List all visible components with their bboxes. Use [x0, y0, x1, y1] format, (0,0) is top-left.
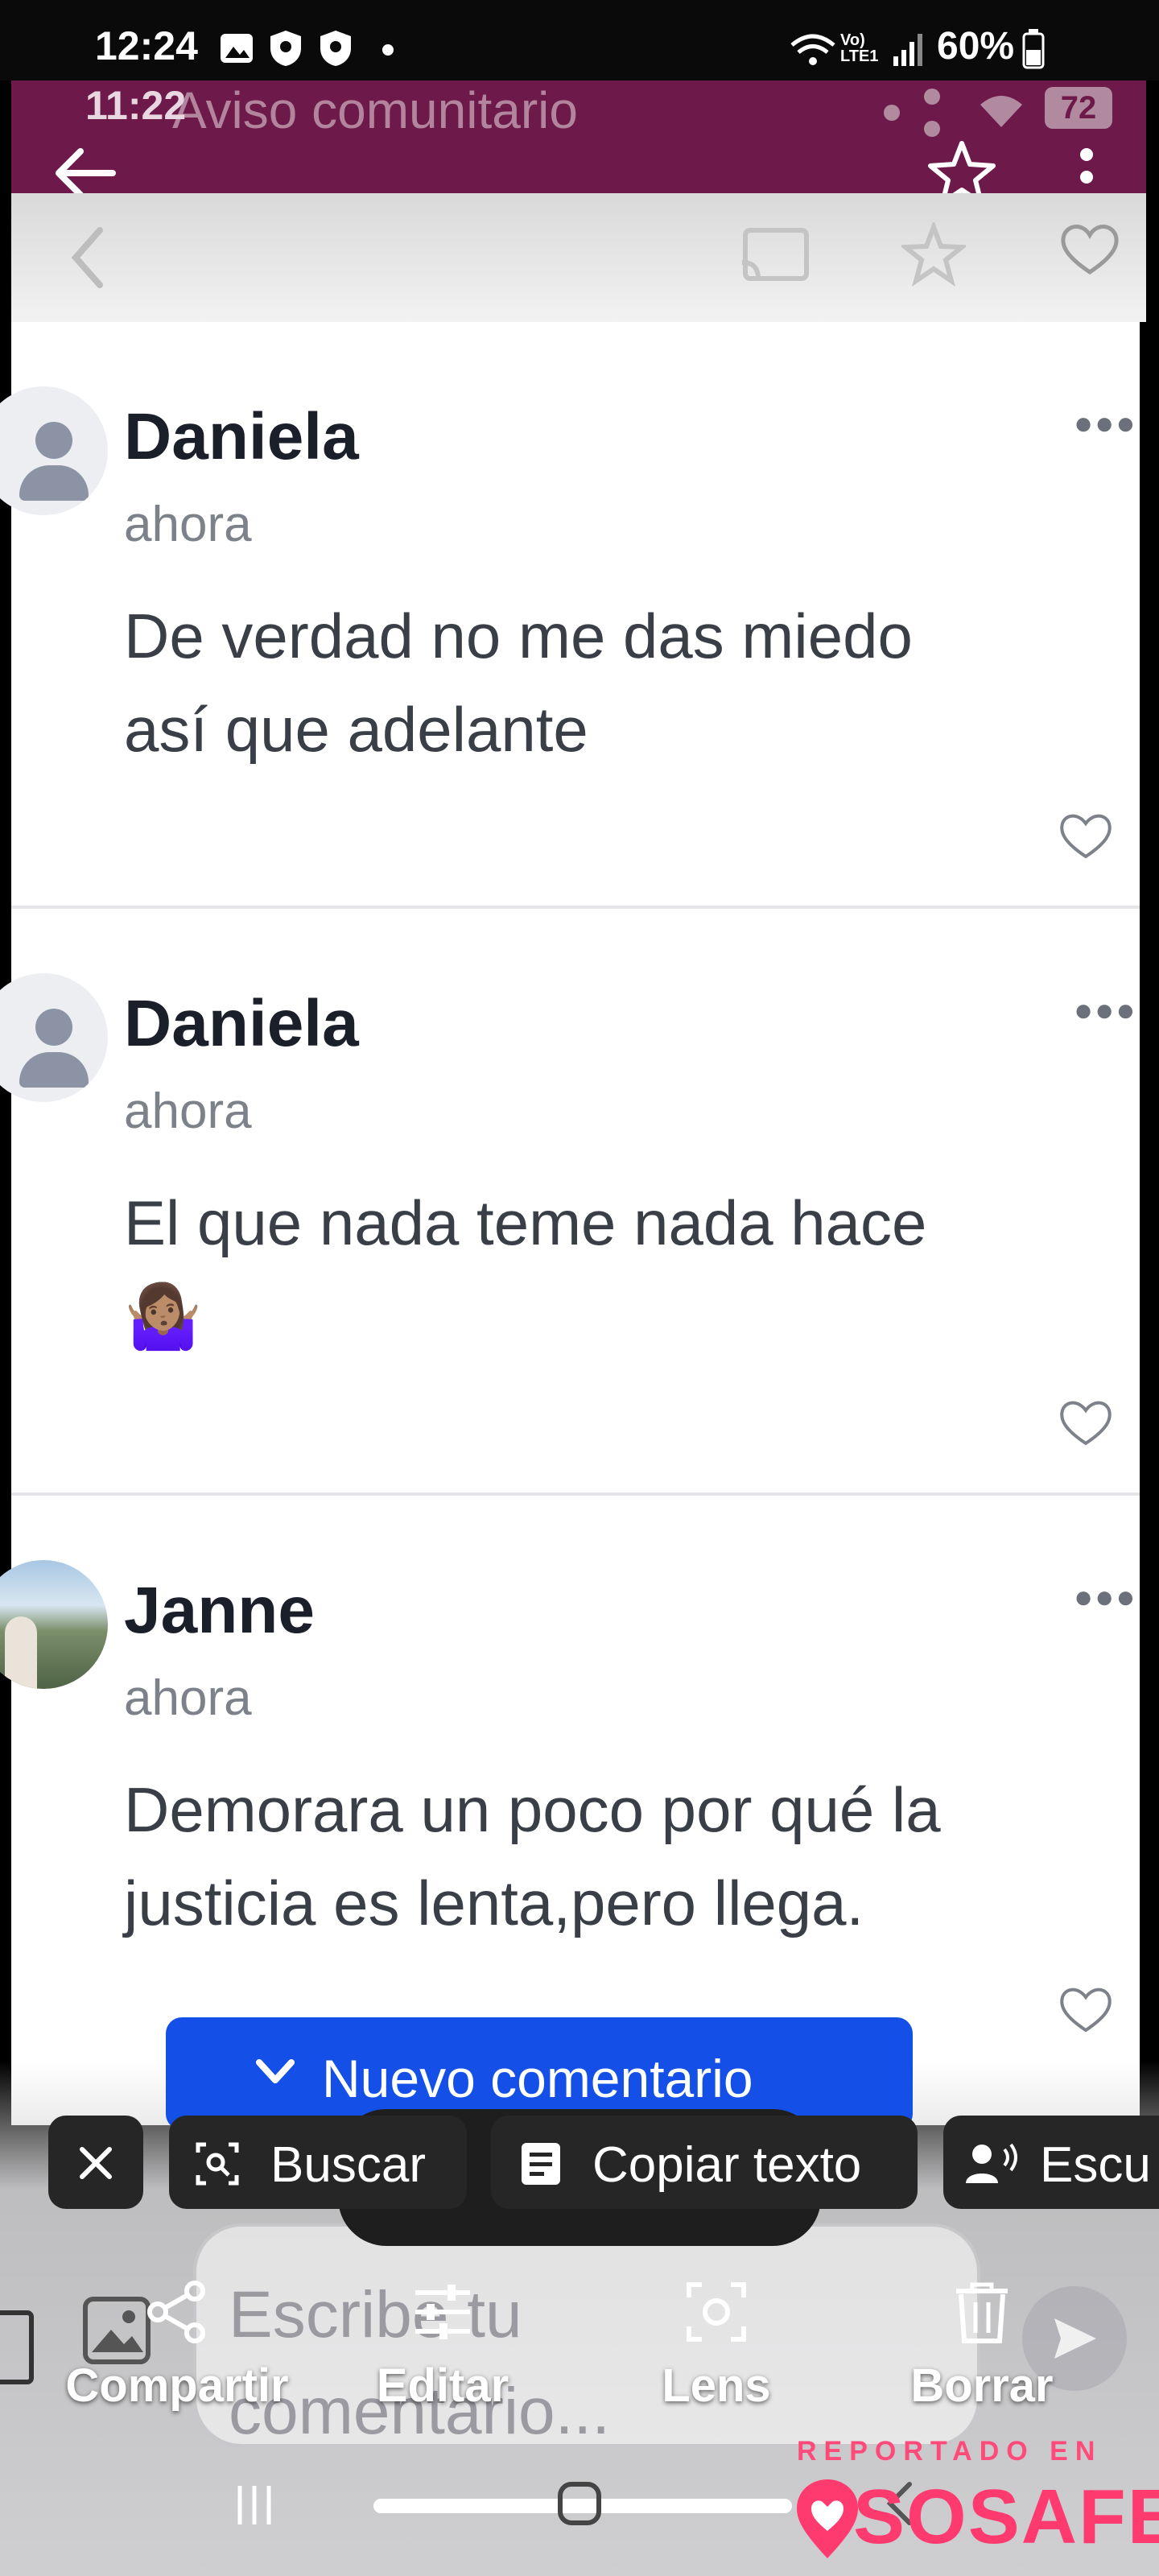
home-icon[interactable]	[555, 2479, 604, 2528]
edit-label: Editar	[376, 2359, 509, 2412]
close-button[interactable]	[48, 2116, 143, 2209]
network-label: Vo) LTE1	[840, 31, 879, 65]
comment-text-line: El que nada teme nada hace	[124, 1187, 927, 1258]
shield-icon	[320, 31, 351, 66]
like-heart-icon[interactable]	[1058, 1397, 1114, 1448]
screen: 12:24 Vo) LTE1 60% Aviso comunitario 11:…	[0, 0, 1159, 2576]
listen-chip-label: Escu	[1040, 2137, 1151, 2193]
comment-author[interactable]: Daniela	[124, 399, 359, 475]
share-label: Compartir	[65, 2359, 289, 2412]
notification-dot-icon	[382, 44, 394, 56]
copy-text-chip-label: Copiar texto	[592, 2137, 862, 2193]
ghost-time: 11:22	[85, 83, 187, 128]
composer-placeholder: Escribe tu comentario...	[229, 2267, 953, 2460]
composer-line: Escribe tu	[229, 2278, 522, 2351]
comment-menu-icon[interactable]: ●●●	[1074, 993, 1136, 1029]
document-icon	[522, 2143, 560, 2185]
send-icon	[1054, 2318, 1096, 2359]
wifi-ghost-icon	[980, 96, 1022, 127]
comment-text: El que nada teme nada hace 🤷🏽‍♀️	[124, 1176, 1090, 1363]
chevron-down-icon	[256, 2059, 295, 2083]
comment-menu-icon[interactable]: ●●●	[1074, 1579, 1136, 1616]
comment-item: Janne ahora Demorara un poco por qué la …	[0, 1496, 1140, 2079]
gallery-icon	[221, 34, 253, 63]
shield-icon	[270, 31, 301, 66]
search-chip-label: Buscar	[270, 2137, 426, 2193]
comments-list: Daniela ahora De verdad no me das miedo …	[0, 322, 1140, 2125]
comment-time: ahora	[124, 1084, 252, 1139]
star-ghost-icon	[901, 222, 966, 287]
status-time: 12:24	[95, 23, 198, 68]
share-ghost-icon	[884, 89, 940, 137]
cast-icon	[741, 228, 809, 281]
copy-text-chip[interactable]: Copiar texto	[491, 2116, 918, 2209]
watermark-reported: REPORTADO EN	[797, 2436, 1103, 2467]
lens-label: Lens	[662, 2359, 771, 2412]
default-avatar-icon	[0, 386, 108, 515]
close-icon	[80, 2147, 112, 2179]
ghost-badge: 72	[1045, 87, 1112, 129]
ghost-title: Aviso comunitario	[172, 81, 578, 139]
comment-text: De verdad no me das miedo así que adelan…	[124, 589, 1090, 776]
trash-icon	[956, 2282, 1008, 2343]
heart-ghost-icon	[1061, 225, 1119, 275]
recents-icon[interactable]	[230, 2481, 278, 2529]
comment-item: Daniela ahora El que nada teme nada hace…	[0, 909, 1140, 1492]
comment-item: Daniela ahora De verdad no me das miedo …	[0, 322, 1140, 906]
comment-author[interactable]: Daniela	[124, 986, 359, 1062]
image-search-icon	[196, 2142, 239, 2186]
speaker-person-icon	[966, 2143, 1017, 2183]
comment-composer[interactable]: Escribe tu comentario...	[193, 2223, 980, 2448]
comment-text-line: así que adelante	[124, 694, 588, 765]
comment-time: ahora	[124, 497, 252, 552]
photo-avatar	[0, 1560, 108, 1689]
comment-menu-icon[interactable]: ●●●	[1074, 406, 1136, 442]
status-bar: 12:24 Vo) LTE1 60%	[0, 0, 1159, 80]
sliders-icon	[415, 2285, 470, 2339]
comment-text-line: De verdad no me das miedo	[124, 601, 913, 671]
lens-icon	[687, 2282, 746, 2342]
share-icon	[147, 2281, 205, 2343]
sosafe-logo-icon	[797, 2479, 858, 2558]
new-comment-label: Nuevo comentario	[322, 2049, 753, 2108]
signal-icon	[893, 34, 922, 66]
default-avatar-icon	[0, 973, 108, 1102]
battery-icon	[1022, 29, 1045, 69]
wifi-calling-icon	[790, 34, 835, 65]
listen-chip[interactable]: Escu	[943, 2116, 1159, 2209]
comment-text-line: justicia es lenta,pero llega.	[124, 1868, 864, 1938]
chevron-left-icon	[71, 227, 103, 288]
battery-percent: 60%	[937, 25, 1015, 68]
browser-bar-ghost	[11, 193, 1146, 322]
watermark-brand: SOSAFE	[853, 2474, 1159, 2560]
like-heart-icon[interactable]	[1058, 1984, 1114, 2035]
image-attach-icon	[83, 2297, 151, 2364]
delete-label: Borrar	[910, 2359, 1054, 2412]
comment-text-line: Demorara un poco por qué la	[124, 1774, 941, 1845]
comment-emoji: 🤷🏽‍♀️	[124, 1281, 203, 1352]
comment-text: Demorara un poco por qué la justicia es …	[124, 1763, 1090, 1950]
edge-ghost	[0, 2310, 34, 2384]
like-heart-icon[interactable]	[1058, 810, 1114, 861]
comment-author[interactable]: Janne	[124, 1573, 315, 1649]
comment-time: ahora	[124, 1670, 252, 1726]
search-chip[interactable]: Buscar	[169, 2116, 467, 2209]
